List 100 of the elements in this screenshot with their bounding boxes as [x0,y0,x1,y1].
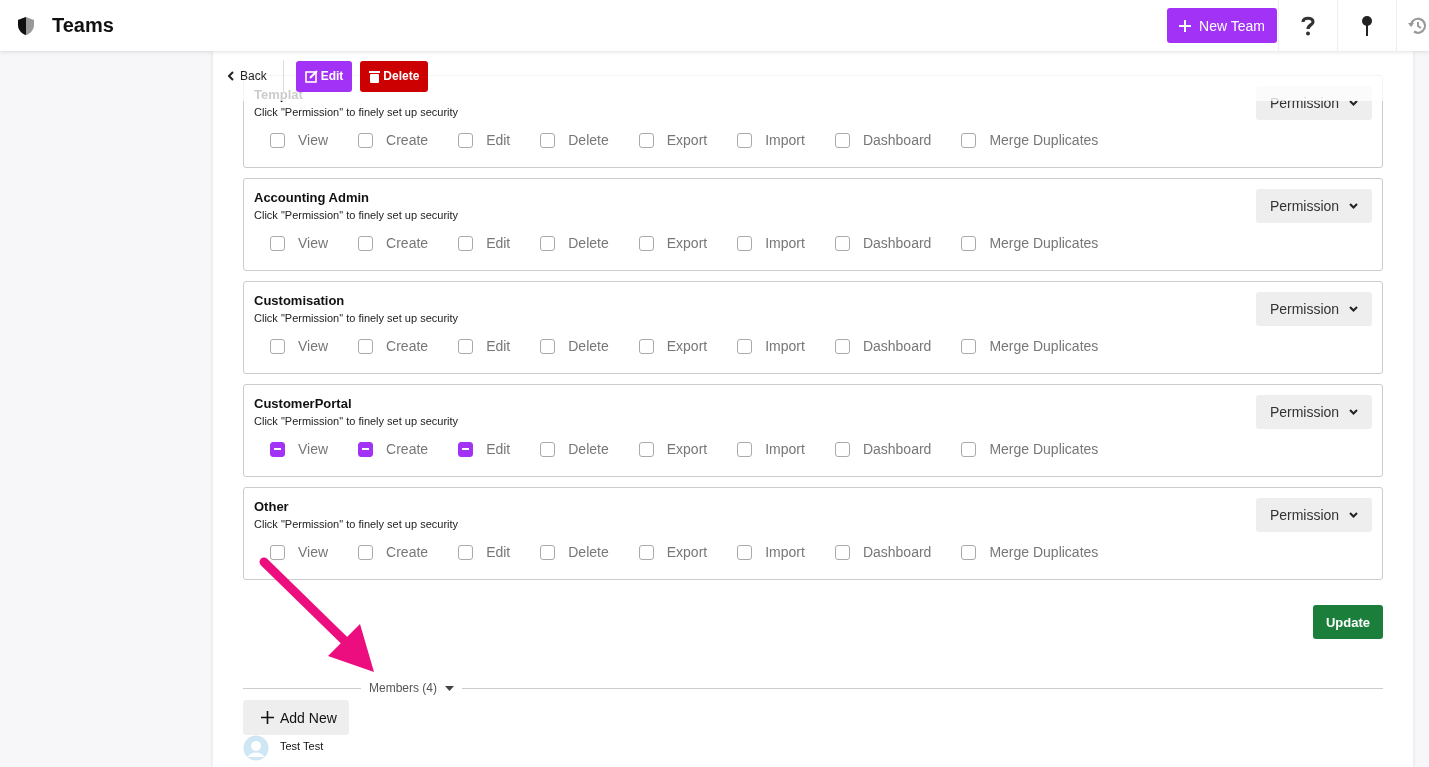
checkbox-label: Export [666,441,708,457]
edit-button[interactable]: Edit [295,60,353,92]
chevron-down-icon [1349,306,1359,312]
checkbox-label: Merge Duplicates [989,544,1099,560]
checkbox[interactable] [358,544,374,560]
plus-icon [261,711,274,724]
checkbox-label: Export [666,235,708,251]
checkbox-label: Delete [568,544,609,560]
checkbox-label: View [298,132,329,148]
permission-dropdown[interactable]: Permission [1256,292,1372,326]
checkbox[interactable] [540,544,556,560]
member-name: Test Test [280,740,324,752]
checkbox-label: Edit [486,235,511,251]
checkbox-label: Create [386,544,429,560]
checkbox[interactable] [737,235,753,251]
checkbox[interactable] [638,544,654,560]
checkbox[interactable] [961,235,977,251]
checkbox-label: Import [765,441,805,457]
checkbox-label: Merge Duplicates [989,441,1099,457]
checkbox-label: View [298,338,329,354]
checkbox[interactable] [458,235,474,251]
checkbox[interactable] [358,235,374,251]
checkbox[interactable] [358,132,374,148]
checkbox-label: Create [386,132,429,148]
checkbox[interactable] [270,544,285,560]
checkbox-label: Delete [568,338,609,354]
checkbox[interactable] [737,132,753,148]
hint-text: Click "Permission" to finely set up security [254,312,460,324]
checkbox-label: Merge Duplicates [989,235,1099,251]
back-button[interactable]: Back [223,65,271,87]
hint-text: Click "Permission" to finely set up security [254,518,460,530]
checkbox[interactable] [834,338,850,354]
checkbox-label: Export [666,544,708,560]
checkbox-label: View [298,544,329,560]
checkbox-label: Dashboard [862,132,932,148]
checkbox-label: Edit [486,544,511,560]
checkbox[interactable] [358,338,374,354]
checkbox-label: Merge Duplicates [989,338,1099,354]
checkbox-label: Edit [486,132,511,148]
checkbox[interactable] [638,235,654,251]
checkbox[interactable] [540,235,556,251]
shield-icon [17,15,35,36]
chevron-left-icon [227,71,234,81]
checkbox[interactable] [458,132,474,148]
permission-dropdown[interactable]: Permission [1256,498,1372,532]
members-heading[interactable]: Members (4) [369,681,437,695]
permission-dropdown[interactable]: Permission [1256,189,1372,223]
checkbox[interactable] [540,338,556,354]
help-icon[interactable] [1301,15,1315,36]
chevron-down-icon [1349,512,1359,518]
chevron-down-icon [1349,203,1359,209]
checkbox[interactable] [270,441,285,457]
checkbox[interactable] [834,132,850,148]
checkbox[interactable] [961,544,977,560]
chevron-down-icon [1349,409,1359,415]
checkbox[interactable] [638,441,654,457]
permission-dropdown[interactable]: Permission [1256,395,1372,429]
checkbox[interactable] [270,132,285,148]
checkbox-label: View [298,441,329,457]
checkbox[interactable] [834,441,850,457]
hint-text: Click "Permission" to finely set up security [254,415,460,427]
hint-text: Click "Permission" to finely set up security [254,106,460,118]
edit-icon [304,69,318,83]
checkbox[interactable] [737,544,753,560]
checkbox[interactable] [358,441,374,457]
checkbox[interactable] [737,441,753,457]
checkbox-label: Create [386,235,429,251]
checkbox[interactable] [540,441,556,457]
caret-icon[interactable] [445,685,454,691]
checkbox[interactable] [638,132,654,148]
group-title: Accounting Admin [254,190,371,205]
checkbox[interactable] [540,132,556,148]
checkbox[interactable] [961,132,977,148]
plus-icon [1179,19,1192,32]
checkbox[interactable] [834,544,850,560]
history-icon[interactable] [1407,15,1429,36]
checkbox[interactable] [270,338,285,354]
checkbox[interactable] [458,338,474,354]
checkbox-label: Edit [486,338,511,354]
avatar-icon [243,735,269,761]
checkbox-label: Dashboard [862,338,932,354]
checkbox-label: Delete [568,235,609,251]
checkbox-label: Dashboard [862,544,932,560]
checkbox[interactable] [961,441,977,457]
checkbox[interactable] [737,338,753,354]
checkbox-label: Import [765,544,805,560]
checkbox[interactable] [638,338,654,354]
checkbox[interactable] [834,235,850,251]
checkbox[interactable] [458,441,474,457]
delete-button[interactable]: Delete [360,60,429,92]
add-new-button[interactable]: Add New [243,700,349,735]
checkbox[interactable] [458,544,474,560]
checkbox-label: Import [765,235,805,251]
page-title: Teams [52,14,114,37]
pin-icon[interactable] [1361,14,1373,37]
update-button[interactable]: Update [1312,605,1383,639]
checkbox-label: Import [765,338,805,354]
checkbox[interactable] [961,338,977,354]
new-team-button[interactable]: New Team [1167,8,1277,43]
checkbox[interactable] [270,235,285,251]
